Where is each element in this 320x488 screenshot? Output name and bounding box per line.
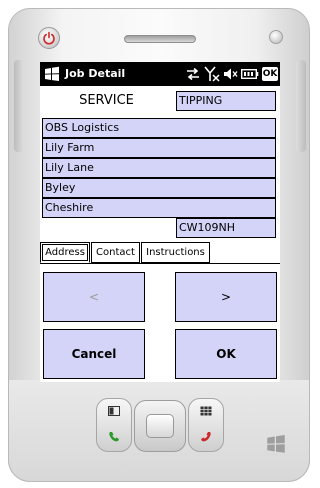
address-line-1-field[interactable]: OBS Logistics xyxy=(42,118,276,138)
navigation-pad-action-button[interactable] xyxy=(146,414,174,438)
address-county-field[interactable]: Cheshire xyxy=(42,198,276,218)
address-line-2-field[interactable]: Lily Farm xyxy=(42,138,276,158)
connectivity-icon[interactable] xyxy=(185,67,201,81)
notification-led xyxy=(269,30,283,44)
right-side-button[interactable] xyxy=(296,60,306,152)
call-button[interactable] xyxy=(104,428,124,446)
left-softkey-button[interactable] xyxy=(104,402,124,420)
address-line-3-field[interactable]: Lily Lane xyxy=(42,158,276,178)
right-softkey-button[interactable] xyxy=(196,402,216,420)
windows-logo-icon xyxy=(267,435,285,453)
earpiece-speaker xyxy=(124,35,196,43)
titlebar-ok-button[interactable]: OK xyxy=(262,67,278,81)
device-screen: Job Detail OK SERVICE TIPPING OBS Logist… xyxy=(40,62,280,382)
end-call-icon xyxy=(201,432,211,442)
service-type-field[interactable]: TIPPING xyxy=(176,91,276,111)
right-softkey-icon xyxy=(200,406,212,416)
app-title: Job Detail xyxy=(65,67,126,80)
speaker-muted-icon[interactable] xyxy=(223,67,238,81)
left-side-button[interactable] xyxy=(14,60,24,152)
address-town-field[interactable]: Byley xyxy=(42,178,276,198)
signal-off-icon[interactable] xyxy=(204,66,220,82)
next-button[interactable]: > xyxy=(175,272,277,322)
service-label: SERVICE xyxy=(79,93,134,108)
call-icon xyxy=(109,432,119,442)
postcode-field[interactable]: CW109NH xyxy=(176,218,276,238)
tab-strip-baseline xyxy=(40,263,280,264)
title-bar: Job Detail OK xyxy=(40,62,280,86)
left-softkey-icon xyxy=(108,406,120,416)
previous-button[interactable]: < xyxy=(43,272,145,322)
cancel-button[interactable]: Cancel xyxy=(43,329,145,379)
windows-start-icon[interactable] xyxy=(44,66,60,82)
tab-instructions[interactable]: Instructions xyxy=(141,242,210,263)
system-tray: OK xyxy=(185,65,278,83)
power-button[interactable] xyxy=(38,27,60,49)
battery-icon[interactable] xyxy=(241,68,259,80)
end-call-button[interactable] xyxy=(196,428,216,446)
ok-button[interactable]: OK xyxy=(175,329,277,379)
power-icon xyxy=(43,31,55,45)
tab-contact[interactable]: Contact xyxy=(91,242,140,263)
tab-address[interactable]: Address xyxy=(40,242,90,263)
